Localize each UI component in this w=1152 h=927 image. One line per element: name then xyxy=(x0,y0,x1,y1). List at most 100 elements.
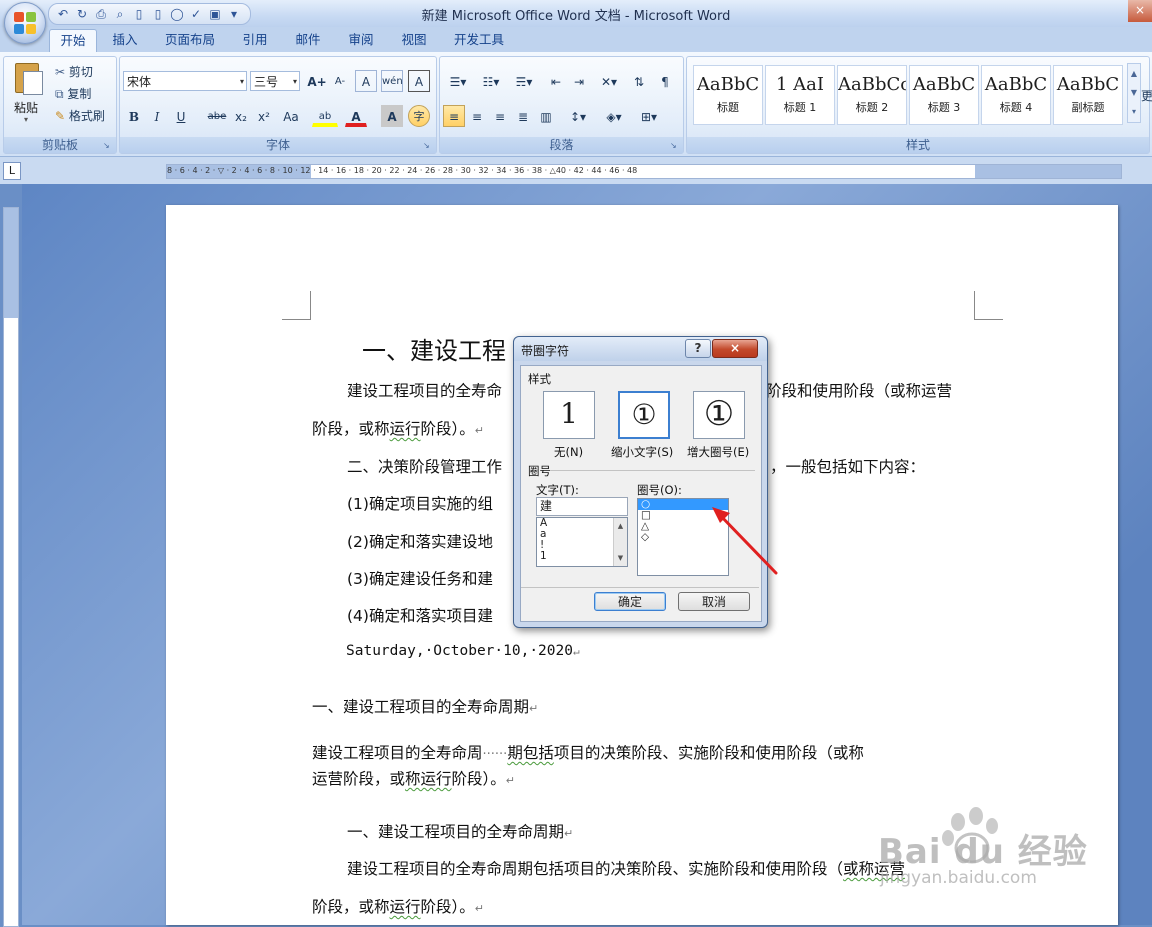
save-icon[interactable]: ▣ xyxy=(207,6,223,22)
ribbon: 粘贴 ▾ ✂ 剪切 ⧉ 复制 ✎ 格式刷 剪贴板 ↘ 宋体 ▾ 三号 ▾ A+ … xyxy=(0,52,1152,157)
tab-developer[interactable]: 开发工具 xyxy=(447,29,511,51)
style-item[interactable]: 1 AaI 标题 1 xyxy=(765,65,835,125)
underline-button[interactable]: U xyxy=(170,105,192,127)
print-icon[interactable]: ⎙ xyxy=(93,6,109,22)
text-input[interactable]: 建 xyxy=(536,497,628,516)
customize-qat-icon[interactable]: ▾ xyxy=(226,6,242,22)
superscript-button[interactable]: x² xyxy=(253,105,275,127)
change-styles-label[interactable]: 更 xyxy=(1141,87,1152,104)
copy-button[interactable]: ⧉ 复制 xyxy=(54,82,92,106)
tab-review[interactable]: 审阅 xyxy=(340,29,382,51)
print-preview-icon[interactable]: ⌕ xyxy=(112,6,128,22)
vertical-ruler[interactable] xyxy=(3,207,19,927)
paste-icon[interactable] xyxy=(12,61,44,95)
bullets-icon[interactable]: ☰▾ xyxy=(443,70,473,92)
character-shading-button[interactable]: A xyxy=(381,105,403,127)
ok-button[interactable]: 确定 xyxy=(594,592,666,611)
tab-references[interactable]: 引用 xyxy=(233,29,277,51)
align-left-icon[interactable]: ≡ xyxy=(443,105,465,127)
text-highlight-button[interactable]: ab xyxy=(312,105,338,127)
paragraph-mark: ↵ xyxy=(529,702,539,715)
paragraph-mark: ↵ xyxy=(474,902,485,915)
tab-home[interactable]: 开始 xyxy=(49,29,97,52)
align-center-icon[interactable]: ≡ xyxy=(466,105,488,127)
font-name-combo[interactable]: 宋体 ▾ xyxy=(123,71,247,91)
tab-stop-selector[interactable]: L xyxy=(3,162,21,180)
style-enlarge-option[interactable]: ① xyxy=(693,391,745,439)
phonetic-guide-button[interactable]: wén xyxy=(381,70,403,92)
numbering-icon[interactable]: ☷▾ xyxy=(476,70,506,92)
window-close-button[interactable]: × xyxy=(1128,0,1152,22)
format-painter-button[interactable]: ✎ 格式刷 xyxy=(54,104,106,128)
bold-button[interactable]: B xyxy=(123,105,145,127)
italic-button[interactable]: I xyxy=(146,105,168,127)
clipboard-launcher-icon[interactable]: ↘ xyxy=(103,141,113,151)
style-item[interactable]: AaBbC 标题 4 xyxy=(981,65,1051,125)
cancel-button[interactable]: 取消 xyxy=(678,592,750,611)
increase-indent-icon[interactable]: ⇥ xyxy=(568,70,590,92)
font-size-combo[interactable]: 三号 ▾ xyxy=(250,71,300,91)
line-spacing-icon[interactable]: ↕▾ xyxy=(563,105,593,127)
tab-view[interactable]: 视图 xyxy=(393,29,435,51)
text-run: 阶段）。 xyxy=(451,770,506,788)
multilevel-list-icon[interactable]: ☴▾ xyxy=(509,70,539,92)
style-item[interactable]: AaBbC 标题 xyxy=(693,65,763,125)
style-sample: AaBbC xyxy=(912,74,976,95)
style-none-option[interactable]: 1 xyxy=(543,391,595,439)
open-document-icon[interactable]: ▯ xyxy=(150,6,166,22)
style-item[interactable]: AaBbCc 标题 2 xyxy=(837,65,907,125)
borders-icon[interactable]: ⊞▾ xyxy=(634,105,664,127)
clear-format-button[interactable]: A xyxy=(355,70,377,92)
text-run-flagged: 运行 xyxy=(389,420,421,438)
shading-icon[interactable]: ◈▾ xyxy=(599,105,629,127)
redo-icon[interactable]: ↻ xyxy=(74,6,90,22)
strikethrough-button[interactable]: abe xyxy=(204,105,230,127)
show-marks-icon[interactable]: ¶ xyxy=(654,70,676,92)
style-enlarge-glyph: ① xyxy=(703,394,735,434)
cut-button[interactable]: ✂ 剪切 xyxy=(54,60,94,84)
sort-icon[interactable]: ⇅ xyxy=(628,70,650,92)
spelling-icon[interactable]: ✓ xyxy=(188,6,204,22)
style-item[interactable]: AaBbC 副标题 xyxy=(1053,65,1123,125)
align-right-icon[interactable]: ≡ xyxy=(489,105,511,127)
chinese-layout-icon[interactable]: ✕▾ xyxy=(594,70,624,92)
circle-char-icon[interactable]: ◯ xyxy=(169,6,185,22)
tab-page-layout[interactable]: 页面布局 xyxy=(160,29,220,51)
text-run: 阶段，或称 xyxy=(312,898,390,916)
paragraph-1-start: 建设工程项目的全寿命 xyxy=(347,382,503,400)
tab-insert[interactable]: 插入 xyxy=(104,29,146,51)
styles-scroll[interactable]: ▲ ▼ ▾ xyxy=(1127,63,1141,123)
font-launcher-icon[interactable]: ↘ xyxy=(423,141,433,151)
distributed-icon[interactable]: ▥ xyxy=(535,105,557,127)
style-enlarge-label[interactable]: 增大圈号(E) xyxy=(687,444,749,460)
enclose-characters-button[interactable]: 字 xyxy=(408,105,430,127)
style-item[interactable]: AaBbC 标题 3 xyxy=(909,65,979,125)
change-case-button[interactable]: Aa xyxy=(278,105,304,127)
shrink-font-button[interactable]: A- xyxy=(329,70,351,92)
horizontal-ruler[interactable]: 8 · 6 · 4 · 2 · ▽ · 2 · 4 · 6 · 8 · 10 ·… xyxy=(166,164,1122,179)
font-color-button[interactable]: A xyxy=(345,105,367,127)
tab-mailings[interactable]: 邮件 xyxy=(287,29,329,51)
grow-font-button[interactable]: A+ xyxy=(306,70,328,92)
dialog-titlebar[interactable]: 带圈字符 ? × xyxy=(514,337,767,361)
new-document-icon[interactable]: ▯ xyxy=(131,6,147,22)
subscript-button[interactable]: x₂ xyxy=(230,105,252,127)
justify-icon[interactable]: ≣ xyxy=(512,105,534,127)
list-scrollbar[interactable]: ▲ ▼ xyxy=(613,518,627,566)
style-none-glyph: 1 xyxy=(560,397,578,430)
decrease-indent-icon[interactable]: ⇤ xyxy=(545,70,567,92)
style-none-label[interactable]: 无(N) xyxy=(554,444,583,460)
group-label-font: 字体 xyxy=(120,137,436,153)
paste-dropdown-icon[interactable]: ▾ xyxy=(24,115,28,124)
dialog-help-button[interactable]: ? xyxy=(685,339,711,358)
character-border-button[interactable]: A xyxy=(408,70,430,92)
cut-label: 剪切 xyxy=(68,65,93,79)
paste-button[interactable]: 粘贴 xyxy=(14,99,38,116)
dialog-close-button[interactable]: × xyxy=(712,339,758,358)
office-button[interactable] xyxy=(4,2,46,44)
style-shrink-label[interactable]: 缩小文字(S) xyxy=(611,444,673,460)
paragraph-launcher-icon[interactable]: ↘ xyxy=(670,141,680,151)
style-shrink-option[interactable]: ① xyxy=(618,391,670,439)
text-list[interactable]: A a ! 1 ▲ ▼ xyxy=(536,517,628,567)
undo-icon[interactable]: ↶ xyxy=(55,6,71,22)
